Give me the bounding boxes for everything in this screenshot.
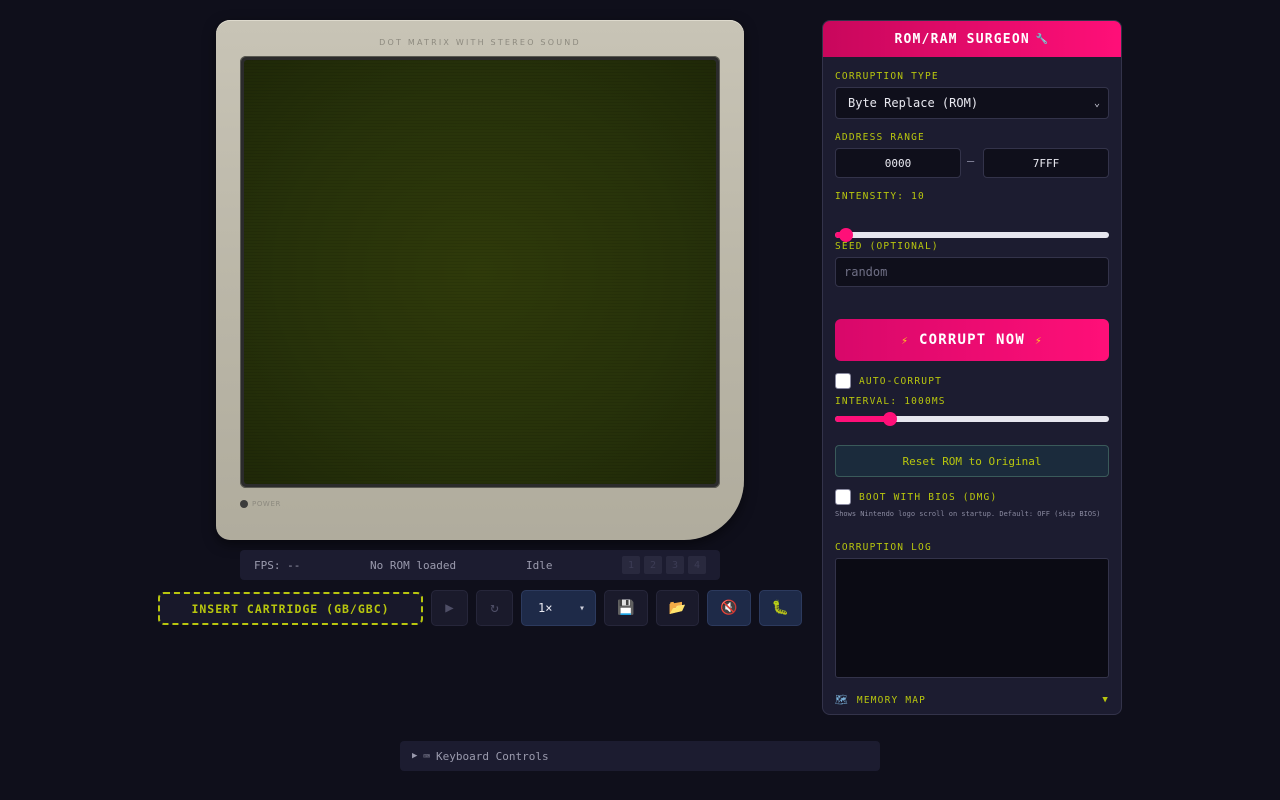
app-root: DOT MATRIX WITH STEREO SOUND POWER FPS: …: [0, 0, 1280, 800]
chevron-down-icon: ▾: [578, 602, 585, 614]
corruption-type-value: Byte Replace (ROM): [848, 96, 979, 110]
reset-button[interactable]: ↻: [476, 590, 513, 626]
address-end-input[interactable]: 7FFF: [983, 148, 1109, 178]
address-range-label: ADDRESS RANGE: [835, 132, 925, 143]
power-led: [240, 500, 248, 508]
bios-label: BOOT WITH BIOS (DMG): [859, 492, 998, 503]
speed-select[interactable]: 1× ▾: [521, 590, 596, 626]
reset-icon: ↻: [490, 600, 499, 616]
mute-button[interactable]: 🔇: [707, 590, 751, 626]
gameboy-body: DOT MATRIX WITH STEREO SOUND POWER: [216, 20, 744, 540]
caret-right-icon: ▶: [412, 751, 418, 761]
corruption-log-label: CORRUPTION LOG: [835, 542, 932, 553]
interval-slider-thumb[interactable]: [882, 412, 897, 426]
status-bar: FPS: -- No ROM loaded Idle 1 2 3 4: [240, 550, 720, 580]
interval-label: INTERVAL: 1000MS: [835, 396, 946, 407]
intensity-slider[interactable]: [835, 228, 1109, 242]
corruption-type-label: CORRUPTION TYPE: [835, 71, 939, 82]
rom-ram-surgeon-panel: ROM/RAM SURGEON 🔧 CORRUPTION TYPE Byte R…: [822, 20, 1122, 715]
panel-body: CORRUPTION TYPE Byte Replace (ROM) ⌄ ADD…: [835, 57, 1109, 714]
corruption-type-select[interactable]: Byte Replace (ROM) ⌄: [835, 87, 1109, 119]
fps-counter: FPS: --: [254, 558, 301, 572]
auto-corrupt-checkbox[interactable]: [835, 373, 851, 389]
interval-slider[interactable]: [835, 412, 1109, 426]
play-icon: ▶: [445, 600, 454, 616]
interval-slider-fill: [835, 416, 890, 422]
wrench-icon: 🔧: [1035, 33, 1050, 45]
chevron-down-icon: ▼: [1102, 695, 1109, 705]
auto-corrupt-label: AUTO-CORRUPT: [859, 376, 943, 387]
floppy-disk-icon: 💾: [617, 600, 635, 616]
memory-map-toggle[interactable]: 🗺 MEMORY MAP ▼: [835, 693, 1109, 707]
bios-note: Shows Nintendo logo scroll on startup. D…: [835, 510, 1101, 518]
chevron-down-icon: ⌄: [1093, 97, 1100, 109]
save-slot-3[interactable]: 3: [666, 556, 684, 574]
rom-status: No ROM loaded: [370, 558, 457, 572]
save-slot-2[interactable]: 2: [644, 556, 662, 574]
intensity-slider-thumb[interactable]: [838, 228, 853, 242]
load-state-button[interactable]: 📂: [656, 590, 699, 626]
save-slot-1[interactable]: 1: [622, 556, 640, 574]
play-button[interactable]: ▶: [431, 590, 468, 626]
speed-value: 1×: [538, 601, 553, 615]
map-icon: 🗺: [835, 694, 849, 706]
corrupt-now-label: CORRUPT NOW: [919, 332, 1025, 348]
seed-input[interactable]: random: [835, 257, 1109, 287]
keyboard-icon: ⌨: [423, 749, 431, 763]
memory-map-label: MEMORY MAP: [856, 694, 927, 706]
corrupt-now-button[interactable]: ⚡ CORRUPT NOW ⚡: [835, 319, 1109, 361]
insert-cartridge-button[interactable]: INSERT CARTRIDGE (GB/GBC): [158, 592, 423, 625]
bios-checkbox[interactable]: [835, 489, 851, 505]
keyboard-controls-label: Keyboard Controls: [436, 749, 549, 763]
gameboy-label: DOT MATRIX WITH STEREO SOUND: [379, 38, 581, 47]
emulator-state: Idle: [526, 558, 553, 572]
folder-icon: 📂: [668, 600, 687, 616]
power-indicator: POWER: [240, 500, 281, 508]
keyboard-controls-toggle[interactable]: ▶ ⌨ Keyboard Controls: [400, 741, 880, 771]
corruption-log: [835, 558, 1109, 678]
address-start-input[interactable]: 0000: [835, 148, 961, 178]
save-slots: 1 2 3 4: [622, 556, 706, 574]
power-label: POWER: [252, 500, 281, 508]
screen-bezel: [240, 56, 720, 488]
seed-label: SEED (OPTIONAL): [835, 241, 939, 252]
intensity-label: INTENSITY: 10: [835, 191, 925, 202]
debug-button[interactable]: 🐛: [759, 590, 802, 626]
reset-rom-button[interactable]: Reset ROM to Original: [835, 445, 1109, 477]
lightning-icon: ⚡: [901, 333, 910, 347]
panel-title: ROM/RAM SURGEON: [894, 31, 1030, 47]
mute-icon: 🔇: [720, 600, 738, 616]
panel-header: ROM/RAM SURGEON 🔧: [823, 21, 1121, 57]
save-state-button[interactable]: 💾: [604, 590, 648, 626]
game-screen[interactable]: [244, 60, 716, 484]
lightning-icon: ⚡: [1034, 333, 1043, 347]
bug-icon: 🐛: [771, 600, 790, 616]
save-slot-4[interactable]: 4: [688, 556, 706, 574]
address-separator: —: [967, 154, 975, 168]
